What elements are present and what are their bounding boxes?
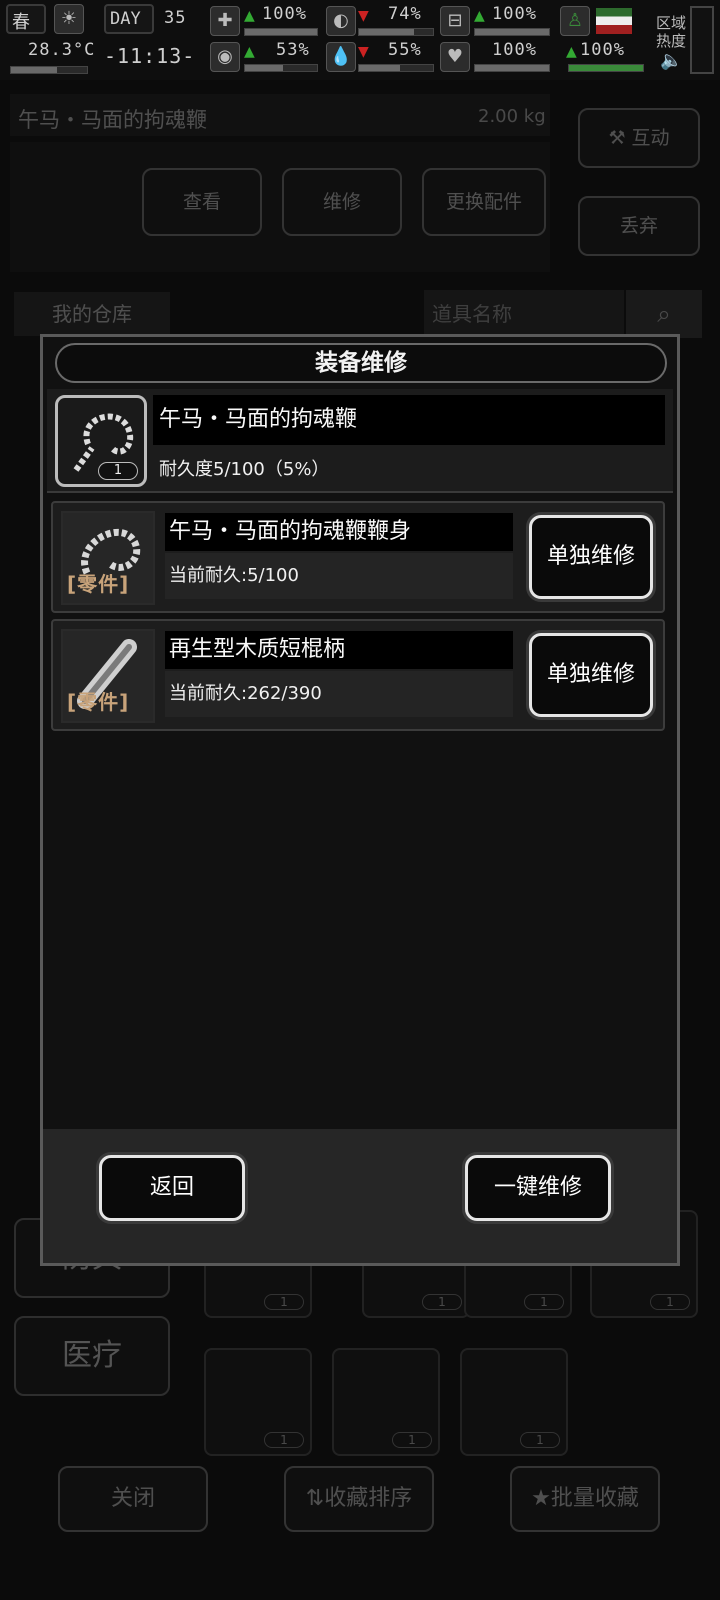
repair-single-button[interactable]: 单独维修	[529, 515, 653, 599]
item-count: 1	[98, 462, 138, 480]
view-button[interactable]: 查看	[142, 168, 262, 236]
status-bar: 春 ☀ 28.3°C DAY 35 -11:13- ✚ ▲ 100% ◐ ▼ 7…	[0, 0, 720, 80]
lock-icon: ⊟	[440, 6, 470, 36]
item-durability: 耐久度5/100（5%）	[159, 459, 330, 480]
thirst-value: 55%	[388, 40, 422, 60]
back-button[interactable]: 返回	[99, 1155, 245, 1221]
dialog-footer: 返回 一键维修	[43, 1129, 677, 1263]
heart-value: 100%	[492, 40, 537, 60]
bg-item-title: 午马・马面的拘魂鞭	[18, 108, 207, 132]
discard-button[interactable]: 丢弃	[578, 196, 700, 256]
season-label: 春	[12, 12, 30, 33]
part-name: 再生型木质短棍柄	[165, 631, 513, 669]
dialog-title: 装备维修	[55, 343, 667, 383]
category-medical[interactable]: 医疗	[14, 1316, 170, 1396]
brain-icon: ◉	[210, 42, 240, 72]
sort-favorites-button[interactable]: ⇅收藏排序	[284, 1466, 434, 1532]
part-tag: [零件]	[67, 690, 130, 714]
hunger-value: 74%	[388, 4, 422, 24]
trend-up-icon: ▲	[474, 8, 485, 24]
sanity-bar	[244, 64, 318, 72]
flag-icon	[596, 8, 632, 34]
repair-button[interactable]: 维修	[282, 168, 402, 236]
batch-label: 批量收藏	[550, 1486, 639, 1511]
part-row: [零件] 午马・马面的拘魂鞭鞭身 当前耐久:5/100 单独维修	[51, 501, 665, 613]
heat-label: 热度	[656, 32, 687, 50]
repair-dialog: 装备维修 1 午马・马面的拘魂鞭 耐久度5/100（5%） [零件] 午马・马面…	[40, 334, 680, 1266]
trend-down-icon: ▼	[358, 44, 369, 60]
sun-icon: ☀	[54, 4, 84, 34]
inventory-slot[interactable]: 1	[204, 1348, 312, 1456]
search-button[interactable]: ⌕	[626, 290, 702, 338]
stamina-value: 100%	[580, 40, 625, 60]
stamina-bar	[568, 64, 644, 72]
repair-target-item: 1 午马・马面的拘魂鞭 耐久度5/100（5%）	[47, 389, 673, 493]
item-name: 午马・马面的拘魂鞭	[153, 395, 665, 445]
clock-time: -11:13-	[104, 44, 196, 68]
sort-label: 收藏排序	[324, 1486, 413, 1511]
day-number: 35	[164, 8, 187, 28]
trend-up-icon: ▲	[244, 8, 255, 24]
bg-item-weight: 2.00 kg	[478, 106, 546, 127]
thirst-bar	[358, 64, 434, 72]
interact-button[interactable]: ⚒ 互动	[578, 108, 700, 168]
speaker-icon[interactable]: 🔈	[660, 50, 682, 71]
health-value: 100%	[262, 4, 307, 24]
temperature-readout: 28.3°C	[28, 40, 96, 60]
trend-up-icon: ▲	[566, 44, 577, 60]
heat-meter	[690, 6, 714, 74]
day-label: DAY	[110, 9, 141, 29]
close-button[interactable]: 关闭	[58, 1466, 208, 1532]
repair-all-button[interactable]: 一键维修	[465, 1155, 611, 1221]
part-durability: 当前耐久:5/100	[165, 553, 513, 599]
search-icon: ⌕	[657, 300, 671, 328]
hammer-icon: ⚒	[608, 127, 626, 149]
inventory-slot[interactable]: 1	[332, 1348, 440, 1456]
batch-favorite-button[interactable]: ★批量收藏	[510, 1466, 660, 1532]
part-slot: [零件]	[61, 629, 155, 723]
heart-icon: ♥	[440, 42, 470, 72]
temperature-bar	[10, 66, 88, 74]
figure-icon: ♙	[560, 6, 590, 36]
stat-3-value: 100%	[492, 4, 537, 24]
trend-down-icon: ▼	[358, 8, 369, 24]
repair-single-button[interactable]: 单独维修	[529, 633, 653, 717]
trend-up-icon: ▲	[244, 44, 255, 60]
season-box: 春	[6, 4, 46, 34]
item-slot: 1	[55, 395, 147, 487]
hunger-bar	[358, 28, 434, 36]
star-icon: ★	[531, 1486, 551, 1511]
day-box: DAY	[104, 4, 154, 34]
inventory-slot[interactable]: 1	[460, 1348, 568, 1456]
part-tag: [零件]	[67, 572, 130, 596]
stat-3-bar	[474, 28, 550, 36]
water-drop-icon: 💧	[326, 42, 356, 72]
heart-bar	[474, 64, 550, 72]
part-name: 午马・马面的拘魂鞭鞭身	[165, 513, 513, 551]
swap-icon: ⇅	[305, 1486, 325, 1511]
warehouse-tab[interactable]: 我的仓库	[14, 292, 170, 336]
part-slot: [零件]	[61, 511, 155, 605]
part-row: [零件] 再生型木质短棍柄 当前耐久:262/390 单独维修	[51, 619, 665, 731]
health-bar	[244, 28, 318, 36]
stomach-icon: ◐	[326, 6, 356, 36]
medkit-icon: ✚	[210, 6, 240, 36]
replace-parts-button[interactable]: 更换配件	[422, 168, 546, 236]
interact-label: 互动	[631, 127, 670, 149]
search-input[interactable]: 道具名称	[424, 290, 624, 338]
part-durability: 当前耐久:262/390	[165, 671, 513, 717]
sanity-value: 53%	[276, 40, 310, 60]
